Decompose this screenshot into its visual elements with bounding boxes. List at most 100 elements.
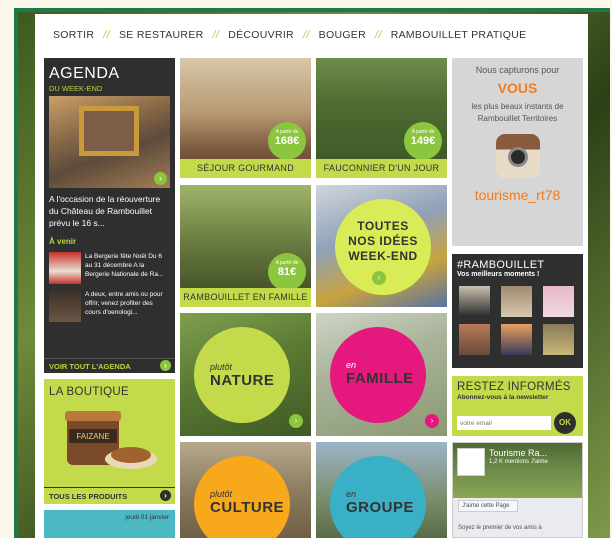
photo-thumbnail[interactable] — [543, 324, 574, 355]
nav-separator: // — [103, 29, 110, 41]
famille-bubble: en FAMILLE — [330, 327, 426, 423]
price-badge: A partir de 81€ — [268, 253, 306, 291]
price-badge: A partir de 168€ — [268, 122, 306, 160]
facebook-like-label: J'aime cette Page — [462, 503, 510, 509]
culture-bubble: plutôt CULTURE — [194, 456, 290, 538]
facebook-page-thumbnail[interactable] — [457, 448, 485, 476]
bubble-title: CULTURE — [210, 499, 285, 516]
idees-line1: TOUTES — [357, 219, 409, 233]
tile-plutot-nature[interactable]: plutôt NATURE › — [180, 313, 311, 436]
nav-separator: // — [374, 29, 382, 41]
photo-thumbnail[interactable] — [501, 324, 532, 355]
boutique-title: LA BOUTIQUE — [49, 386, 129, 398]
nav-decouvrir[interactable]: DÉCOUVRIR — [228, 29, 294, 41]
photo-thumbnail[interactable] — [459, 324, 490, 355]
nav-separator: // — [212, 29, 220, 41]
nav-separator: // — [302, 29, 310, 41]
newsletter-subtitle: Abonnez-vous à la newsletter — [457, 394, 549, 401]
arrow-right-icon: › — [372, 271, 386, 285]
agenda-a-venir: À venir — [49, 237, 77, 246]
nav-rambouillet-pratique[interactable]: RAMBOUILLET PRATIQUE — [391, 29, 527, 41]
newsletter-panel: RESTEZ INFORMÉS Abonnez-vous à la newsle… — [452, 376, 583, 436]
facebook-widget: Tourisme Ra... 1,2 K mentions J'aime J'a… — [452, 442, 583, 538]
arrow-right-icon: › — [160, 360, 171, 371]
bubble-prefix: plutôt — [210, 362, 233, 372]
agenda-event[interactable]: A deux, entre amis ou pour offrir, venez… — [44, 284, 175, 322]
facebook-page-name[interactable]: Tourisme Ra... — [489, 448, 547, 458]
boutique-footer-label: TOUS LES PRODUITS — [49, 492, 128, 501]
agenda-title: AGENDA — [49, 65, 120, 82]
hashtag-subtitle: Vos meilleurs moments ! — [457, 271, 540, 278]
event-thumbnail — [49, 252, 81, 284]
main-page: SORTIR // SE RESTAURER // DÉCOUVRIR // B… — [35, 14, 588, 538]
bubble-prefix: plutôt — [210, 489, 233, 499]
event-text: La Bergerie fête Noël Du 6 au 31 décembr… — [85, 253, 164, 278]
tile-plutot-culture[interactable]: plutôt CULTURE — [180, 442, 311, 538]
arrow-right-icon: › — [160, 490, 171, 501]
tile-label: SÉJOUR GOURMAND — [180, 159, 311, 178]
bubble-title: FAMILLE — [346, 370, 414, 387]
idees-line2: NOS IDÉES — [348, 234, 418, 248]
instagram-vous: VOUS — [497, 80, 538, 96]
nav-sortir[interactable]: SORTIR — [53, 29, 94, 41]
tile-sejour-gourmand[interactable]: A partir de 168€ SÉJOUR GOURMAND — [180, 58, 311, 178]
idees-line3: WEEK-END — [348, 249, 418, 263]
weather-panel: jeudi 01 janvier — [44, 510, 175, 538]
tile-fauconnier[interactable]: A partir de 149€ FAUCONNIER D'UN JOUR — [316, 58, 447, 178]
instagram-panel[interactable]: Nous capturons pour VOUS les plus beaux … — [452, 58, 583, 246]
instagram-handle[interactable]: tourisme_rt78 — [452, 187, 583, 203]
email-field[interactable] — [457, 416, 551, 430]
agenda-featured-text[interactable]: A l'occasion de la réouverture du Châtea… — [44, 188, 175, 229]
main-nav: SORTIR // SE RESTAURER // DÉCOUVRIR // B… — [35, 14, 588, 56]
bubble-title: GROUPE — [346, 499, 415, 516]
arrow-right-icon[interactable]: › — [154, 172, 167, 185]
photo-thumbnail[interactable] — [543, 286, 574, 317]
arrow-right-icon: › — [289, 414, 303, 428]
instagram-icon — [495, 134, 540, 178]
price-value: 149€ — [410, 135, 436, 147]
facebook-like-button[interactable]: J'aime cette Page — [458, 500, 518, 512]
bubble-title: NATURE — [210, 372, 275, 389]
nature-bubble: plutôt NATURE — [194, 327, 290, 423]
photo-thumbnail[interactable] — [501, 286, 532, 317]
agenda-event[interactable]: La Bergerie fête Noël Du 6 au 31 décembr… — [44, 246, 175, 284]
agenda-featured-image[interactable]: › — [49, 96, 170, 188]
agenda-all-link[interactable]: VOIR TOUT L'AGENDA › — [44, 358, 175, 373]
boutique-panel[interactable]: LA BOUTIQUE FAIZANE TOUS LES PRODUITS › — [44, 379, 175, 504]
product-jar-image: FAIZANE — [65, 411, 157, 469]
camera-lens — [507, 147, 528, 167]
instagram-line2: les plus beaux instants de Rambouillet T… — [471, 102, 564, 123]
newsletter-title: RESTEZ INFORMÉS — [457, 381, 571, 393]
bubble-prefix: en — [346, 489, 357, 499]
price-badge: A partir de 149€ — [404, 122, 442, 160]
agenda-panel: AGENDA DU WEEK-END › A l'occasion de la … — [44, 58, 175, 373]
agenda-subtitle: DU WEEK-END — [49, 84, 103, 93]
event-thumbnail — [49, 290, 81, 322]
weather-date: jeudi 01 janvier — [125, 514, 169, 521]
photo-grid — [452, 278, 583, 355]
tile-idees-week-end[interactable]: TOUTES NOS IDÉES WEEK-END › — [316, 185, 447, 307]
hashtag-panel: #RAMBOUILLET Vos meilleurs moments ! — [452, 254, 583, 368]
instagram-line1: Nous capturons pour — [475, 65, 560, 75]
newsletter-ok-button[interactable]: OK — [554, 412, 576, 434]
photo-thumbnail[interactable] — [459, 286, 490, 317]
tile-en-famille[interactable]: en FAMILLE › — [316, 313, 447, 436]
price-value: 81€ — [277, 266, 297, 278]
nav-bouger[interactable]: BOUGER — [319, 29, 366, 41]
product-label-text: FAIZANE — [76, 432, 109, 441]
boutique-all-products[interactable]: TOUS LES PRODUITS › — [44, 487, 175, 504]
bubble-prefix: en — [346, 360, 357, 370]
groupe-bubble: en GROUPE — [330, 456, 426, 538]
tile-label: RAMBOUILLET EN FAMILLE — [180, 288, 311, 307]
nav-se-restaurer[interactable]: SE RESTAURER — [119, 29, 204, 41]
facebook-friends-text: Soyez le premier de vos amis à — [458, 525, 542, 531]
event-text: A deux, entre amis ou pour offrir, venez… — [85, 291, 163, 316]
hashtag-title: #RAMBOUILLET — [457, 259, 545, 271]
painting-frame — [79, 106, 139, 156]
tile-label: FAUCONNIER D'UN JOUR — [316, 159, 447, 178]
price-value: 168€ — [274, 135, 300, 147]
arrow-right-icon: › — [425, 414, 439, 428]
tile-rambouillet-famille[interactable]: A partir de 81€ RAMBOUILLET EN FAMILLE — [180, 185, 311, 307]
tile-en-groupe[interactable]: en GROUPE — [316, 442, 447, 538]
facebook-likes-count: 1,2 K mentions J'aime — [489, 459, 548, 465]
